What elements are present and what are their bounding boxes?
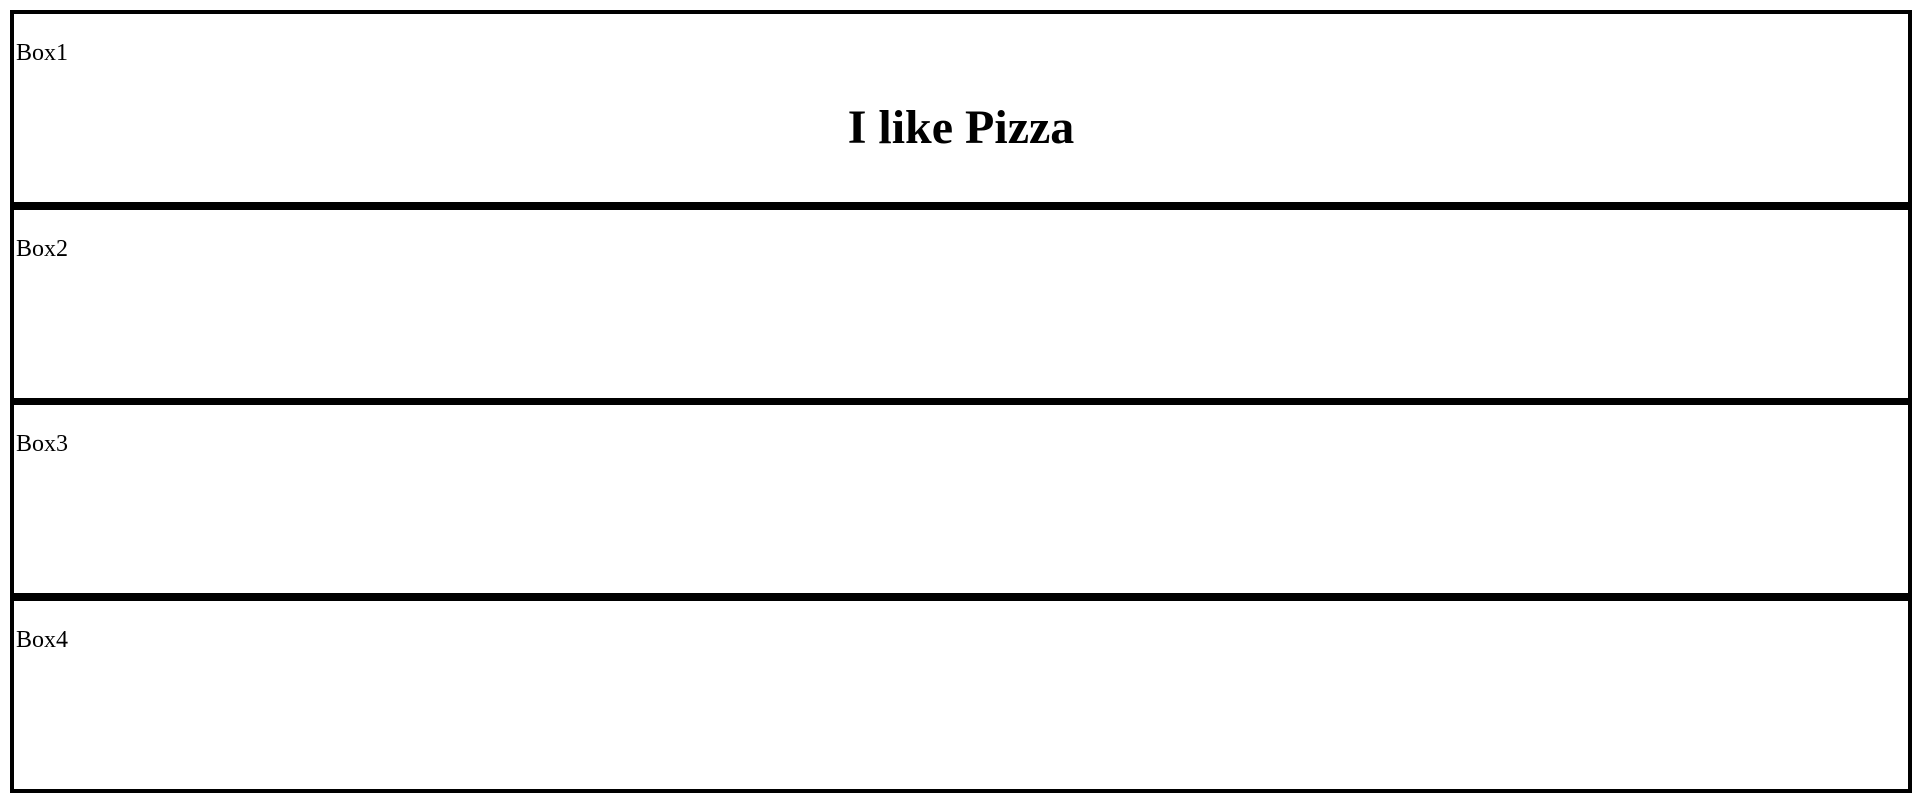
box-1: Box1 I like Pizza [10,10,1912,206]
box-2: Box2 [10,206,1912,402]
box-1-label: Box1 [16,40,69,66]
box-3-label: Box3 [16,431,69,457]
pizza-heading: I like Pizza [847,101,1075,154]
box-2-label: Box2 [16,236,69,262]
page: Box1 I like Pizza Box2 Box3 Box4 [0,0,1914,796]
box-3: Box3 [10,401,1912,597]
box-4-label: Box4 [16,627,69,653]
box-4: Box4 [10,597,1912,793]
